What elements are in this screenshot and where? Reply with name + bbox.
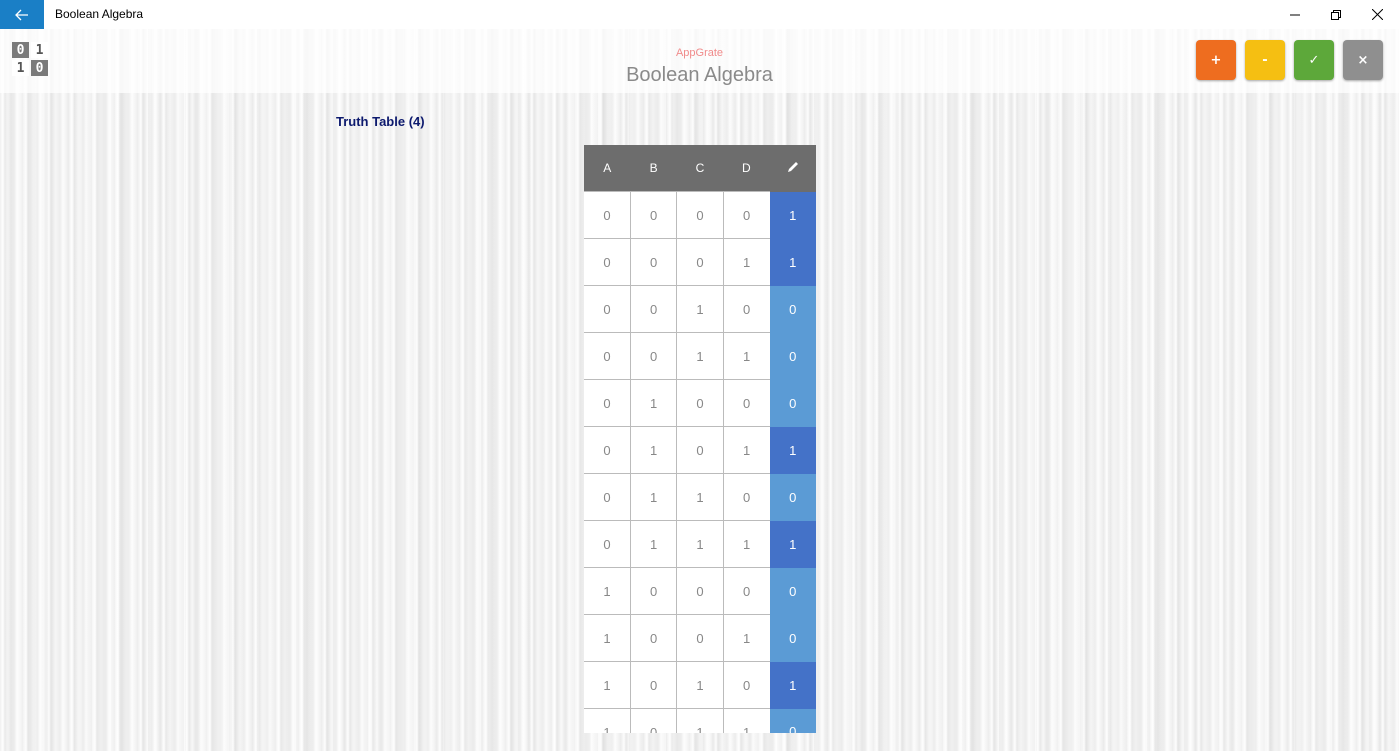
input-cell: 0 xyxy=(584,379,631,427)
input-cell: 0 xyxy=(676,191,724,239)
table-row: 10110 xyxy=(584,708,816,733)
input-cell: 1 xyxy=(629,379,677,427)
input-cell: 1 xyxy=(722,708,770,733)
table-header-row: A B C D xyxy=(584,145,816,192)
input-cell: 0 xyxy=(629,614,677,662)
input-cell: 0 xyxy=(584,520,631,568)
check-button[interactable]: ✓ xyxy=(1294,40,1334,80)
input-cell: 0 xyxy=(584,191,631,239)
column-header-output[interactable] xyxy=(769,145,816,192)
input-cell: 1 xyxy=(676,473,724,521)
window-title: Boolean Algebra xyxy=(55,7,144,21)
output-cell[interactable]: 0 xyxy=(769,285,816,333)
input-cell: 0 xyxy=(584,285,631,333)
input-cell: 0 xyxy=(629,332,677,380)
close-window-button[interactable] xyxy=(1354,0,1399,29)
restore-icon xyxy=(1331,9,1341,20)
output-cell[interactable]: 1 xyxy=(769,426,816,474)
output-cell[interactable]: 0 xyxy=(769,708,816,733)
input-cell: 1 xyxy=(722,426,770,474)
table-row: 10101 xyxy=(584,661,816,709)
input-cell: 1 xyxy=(722,520,770,568)
input-cell: 1 xyxy=(676,285,724,333)
column-header-a: A xyxy=(584,145,631,192)
input-cell: 1 xyxy=(584,661,631,709)
output-cell[interactable]: 0 xyxy=(769,473,816,521)
input-cell: 1 xyxy=(676,332,724,380)
input-cell: 0 xyxy=(676,567,724,615)
minimize-icon xyxy=(1290,14,1300,15)
table-row: 10000 xyxy=(584,567,816,615)
output-cell[interactable]: 0 xyxy=(769,614,816,662)
column-header-b: B xyxy=(630,145,677,192)
pencil-icon xyxy=(787,161,798,172)
input-cell: 0 xyxy=(676,614,724,662)
add-button[interactable]: + xyxy=(1196,40,1236,80)
table-body: 0000100011001000011001000010110110001111… xyxy=(584,191,816,733)
input-cell: 1 xyxy=(584,614,631,662)
truth-table-title: Truth Table (4) xyxy=(336,114,425,129)
input-cell: 1 xyxy=(629,473,677,521)
table-row: 01100 xyxy=(584,473,816,521)
table-row: 10010 xyxy=(584,614,816,662)
input-cell: 0 xyxy=(676,379,724,427)
app-title: Boolean Algebra xyxy=(626,64,773,86)
input-cell: 1 xyxy=(722,332,770,380)
output-cell[interactable]: 1 xyxy=(769,191,816,239)
remove-button[interactable]: - xyxy=(1245,40,1285,80)
input-cell: 1 xyxy=(722,614,770,662)
input-cell: 0 xyxy=(722,567,770,615)
input-cell: 1 xyxy=(629,426,677,474)
input-cell: 0 xyxy=(584,238,631,286)
table-row: 01011 xyxy=(584,426,816,474)
restore-button[interactable] xyxy=(1313,0,1359,29)
column-header-d: D xyxy=(723,145,770,192)
input-cell: 0 xyxy=(629,191,677,239)
output-cell[interactable]: 0 xyxy=(769,379,816,427)
input-cell: 0 xyxy=(629,567,677,615)
table-row: 00110 xyxy=(584,332,816,380)
input-cell: 0 xyxy=(629,285,677,333)
input-cell: 1 xyxy=(676,520,724,568)
input-cell: 1 xyxy=(584,708,631,733)
input-cell: 0 xyxy=(722,191,770,239)
table-row: 00100 xyxy=(584,285,816,333)
input-cell: 0 xyxy=(629,238,677,286)
close-button[interactable]: × xyxy=(1343,40,1383,80)
input-cell: 0 xyxy=(584,426,631,474)
table-row: 00001 xyxy=(584,191,816,239)
input-cell: 0 xyxy=(722,473,770,521)
app-subtitle: AppGrate xyxy=(675,47,724,59)
input-cell: 1 xyxy=(676,661,724,709)
arrow-left-icon xyxy=(15,9,28,20)
output-cell[interactable]: 1 xyxy=(769,661,816,709)
input-cell: 1 xyxy=(676,708,724,733)
close-icon xyxy=(1371,9,1383,20)
input-cell: 0 xyxy=(629,708,677,733)
output-cell[interactable]: 0 xyxy=(769,332,816,380)
title-bar: Boolean Algebra xyxy=(0,0,1399,29)
output-cell[interactable]: 1 xyxy=(769,520,816,568)
input-cell: 1 xyxy=(629,520,677,568)
back-button[interactable] xyxy=(0,0,44,29)
input-cell: 0 xyxy=(584,332,631,380)
column-header-c: C xyxy=(676,145,724,192)
input-cell: 0 xyxy=(629,661,677,709)
input-cell: 1 xyxy=(584,567,631,615)
truth-table: A B C D 00001000110010000110010000101101… xyxy=(584,145,816,733)
minimize-button[interactable] xyxy=(1272,0,1318,29)
input-cell: 0 xyxy=(584,473,631,521)
input-cell: 0 xyxy=(722,285,770,333)
input-cell: 0 xyxy=(676,426,724,474)
input-cell: 0 xyxy=(722,379,770,427)
input-cell: 1 xyxy=(722,238,770,286)
output-cell[interactable]: 1 xyxy=(769,238,816,286)
input-cell: 0 xyxy=(676,238,724,286)
table-row: 01000 xyxy=(584,379,816,427)
input-cell: 0 xyxy=(722,661,770,709)
output-cell[interactable]: 0 xyxy=(769,567,816,615)
table-row: 00011 xyxy=(584,238,816,286)
table-row: 01111 xyxy=(584,520,816,568)
